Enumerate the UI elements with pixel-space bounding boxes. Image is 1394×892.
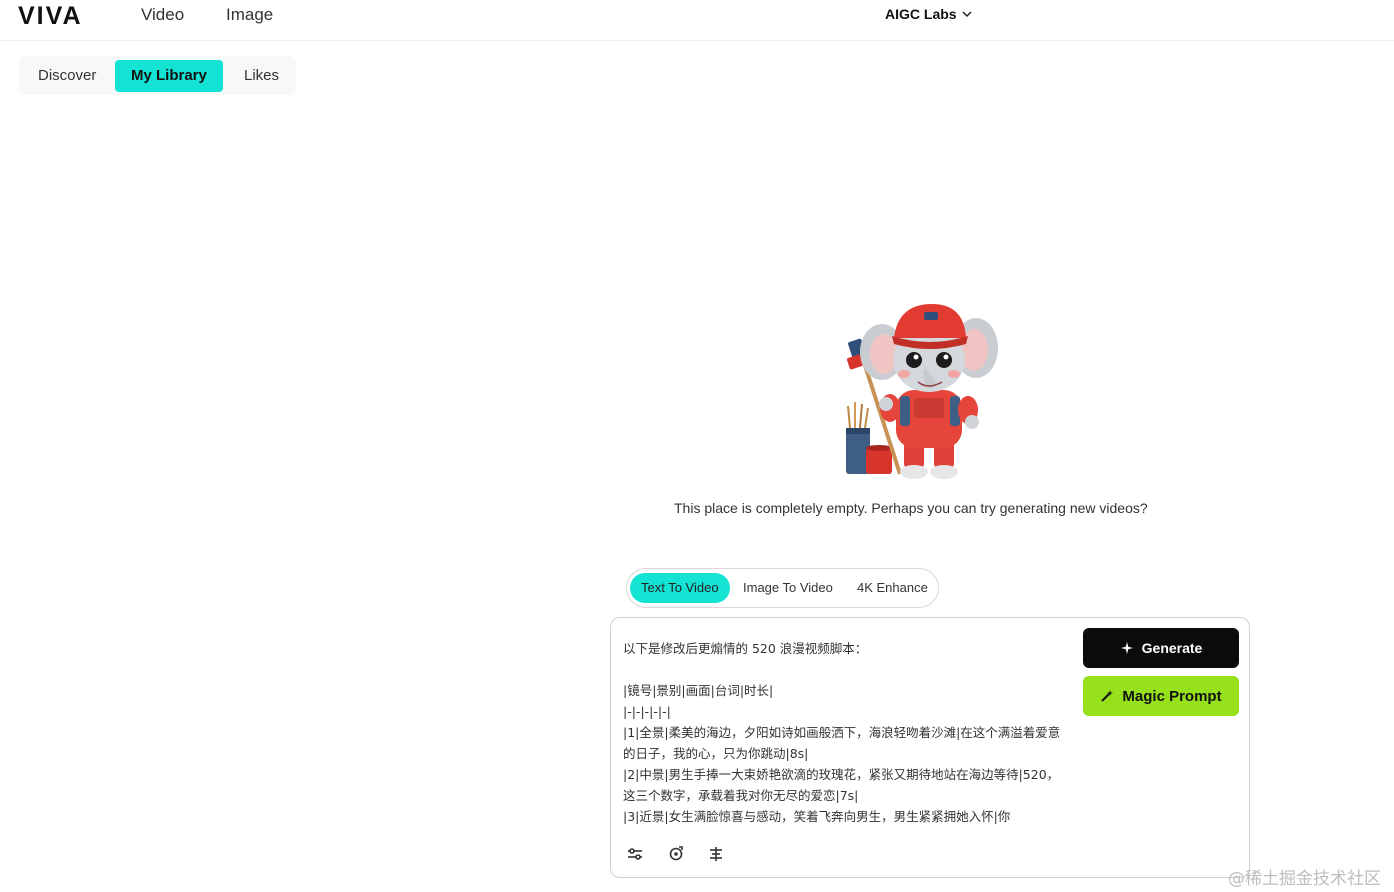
top-navigation: VIVA Video Image AIGC Labs [0,0,1394,41]
elephant-painter-illustration [846,304,998,479]
nav-tab-image-label: Image [226,5,274,24]
watermark-text: @稀土掘金技术社区 [1228,869,1381,889]
tab-likes[interactable]: Likes [228,60,295,92]
nav-tab-video[interactable]: Video [138,5,190,25]
magic-prompt-button-label: Magic Prompt [1122,687,1222,705]
viva-logo[interactable]: VIVA [18,3,104,27]
generate-button[interactable]: Generate [1083,628,1239,668]
nav-tab-video-label: Video [141,5,185,24]
adjust-filter-icon[interactable] [706,844,726,864]
empty-state-message: This place is completely empty. Perhaps … [674,500,1148,516]
svg-text:VIVA: VIVA [18,3,83,27]
nav-tab-image[interactable]: Image [226,5,273,25]
camera-motion-icon[interactable] [666,844,686,864]
tab-my-library[interactable]: My Library [115,60,223,92]
sparkle-icon [1120,642,1133,654]
tab-4k-enhance[interactable]: 4K Enhance [846,573,939,603]
tab-text-to-video[interactable]: Text To Video [630,573,730,603]
magic-wand-icon [1101,690,1114,702]
chevron-down-icon [962,11,972,18]
generation-mode-tabs: Text To Video Image To Video 4K Enhance [626,568,939,608]
prompt-card: 以下是修改后更煽情的 520 浪漫视频脚本： |镜号|景别|画面|台词|时长| … [610,617,1250,878]
settings-sliders-icon[interactable] [625,844,645,864]
magic-prompt-button[interactable]: Magic Prompt [1083,676,1239,716]
org-switcher[interactable]: AIGC Labs [885,6,973,22]
org-switcher-label: AIGC Labs [885,6,957,22]
prompt-input[interactable]: 以下是修改后更煽情的 520 浪漫视频脚本： |镜号|景别|画面|台词|时长| … [623,638,1071,830]
library-tabs: Discover My Library Likes [19,56,296,95]
generate-button-label: Generate [1141,640,1203,656]
tab-image-to-video[interactable]: Image To Video [732,573,844,603]
tab-discover[interactable]: Discover [22,60,112,92]
